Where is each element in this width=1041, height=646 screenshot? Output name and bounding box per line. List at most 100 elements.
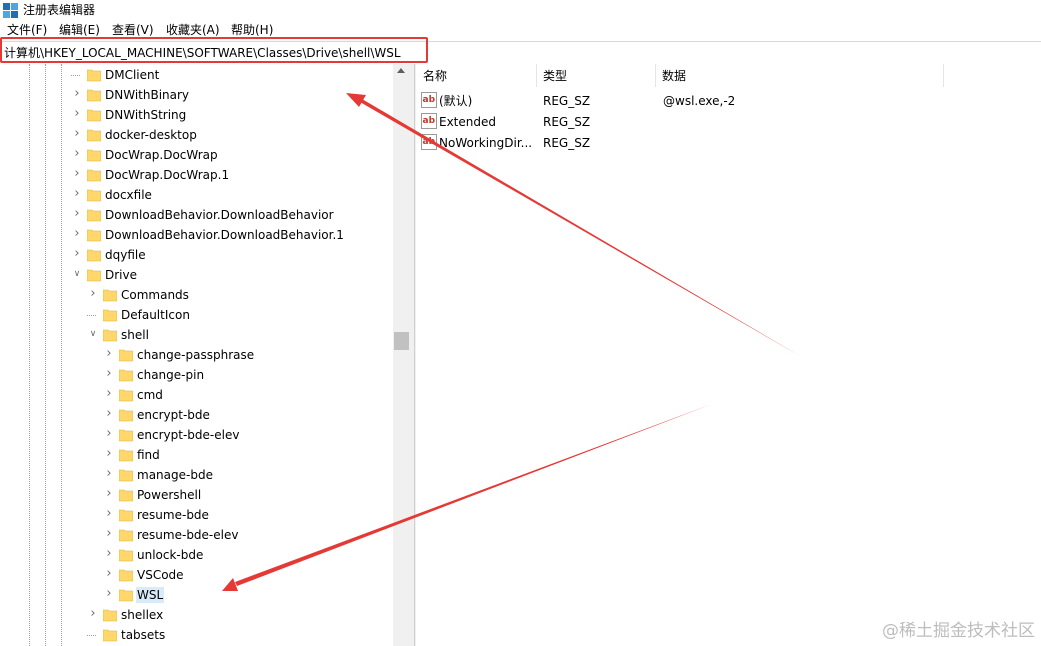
chevron-right-icon[interactable]: ›	[72, 247, 82, 260]
chevron-right-icon[interactable]: ›	[88, 607, 98, 620]
chevron-right-icon[interactable]: ›	[104, 587, 114, 600]
value-row[interactable]: ab (默认) REG_SZ @wsl.exe,-2	[416, 90, 1041, 111]
tree-item[interactable]: › dqyfile	[0, 245, 393, 265]
tree-item[interactable]: › resume-bde-elev	[0, 525, 393, 545]
tree-item[interactable]: › cmd	[0, 385, 393, 405]
tree-item[interactable]: › DocWrap.DocWrap	[0, 145, 393, 165]
tree-item-label: DMClient	[105, 68, 160, 82]
tree-item[interactable]: › VSCode	[0, 565, 393, 585]
value-list-pane[interactable]: 名称 类型 数据 ab (默认) REG_SZ @wsl.exe,-2 ab Extend…	[416, 64, 1041, 646]
menu-bar: 文件(F) 编辑(E) 查看(V) 收藏夹(A) 帮助(H)	[0, 20, 1041, 40]
tree-item[interactable]: DMClient	[0, 65, 393, 85]
folder-icon	[119, 369, 133, 382]
folder-icon	[119, 529, 133, 542]
tree-item-label: VSCode	[137, 568, 184, 582]
tree-connector	[87, 635, 96, 636]
chevron-right-icon[interactable]: ›	[104, 547, 114, 560]
tree-item[interactable]: › DownloadBehavior.DownloadBehavior	[0, 205, 393, 225]
chevron-right-icon[interactable]: ›	[104, 487, 114, 500]
chevron-right-icon[interactable]: ›	[104, 527, 114, 540]
tree-item[interactable]: › Powershell	[0, 485, 393, 505]
address-bar[interactable]: 计算机\HKEY_LOCAL_MACHINE\SOFTWARE\Classes\…	[0, 41, 1041, 65]
chevron-right-icon[interactable]: ›	[104, 367, 114, 380]
chevron-right-icon[interactable]: ›	[104, 467, 114, 480]
value-row[interactable]: ab Extended REG_SZ	[416, 111, 1041, 132]
folder-icon	[119, 389, 133, 402]
column-header-name-label: 名称	[423, 69, 448, 83]
column-header-type[interactable]: 类型	[536, 64, 656, 87]
chevron-right-icon[interactable]: ›	[72, 127, 82, 140]
folder-icon	[119, 509, 133, 522]
tree-item[interactable]: ∨ shell	[0, 325, 393, 345]
tree-item[interactable]: › encrypt-bde-elev	[0, 425, 393, 445]
folder-icon	[119, 409, 133, 422]
tree-item-label: DNWithBinary	[105, 88, 190, 102]
tree-item-label: tabsets	[121, 628, 166, 642]
tree-item[interactable]: › DownloadBehavior.DownloadBehavior.1	[0, 225, 393, 245]
chevron-right-icon[interactable]: ›	[88, 287, 98, 300]
tree-item[interactable]: › unlock-bde	[0, 545, 393, 565]
menu-file[interactable]: 文件(F)	[7, 22, 47, 38]
chevron-right-icon[interactable]: ›	[104, 427, 114, 440]
chevron-right-icon[interactable]: ›	[72, 207, 82, 220]
tree-item[interactable]: › WSL	[0, 585, 393, 605]
chevron-right-icon[interactable]: ›	[104, 507, 114, 520]
value-type: REG_SZ	[543, 94, 591, 108]
tree-item-label: change-passphrase	[137, 348, 255, 362]
tree-item[interactable]: › change-pin	[0, 365, 393, 385]
column-header-type-label: 类型	[543, 69, 568, 83]
chevron-right-icon[interactable]: ›	[72, 167, 82, 180]
value-row[interactable]: ab NoWorkingDir... REG_SZ	[416, 132, 1041, 153]
tree-item[interactable]: ∨ Drive	[0, 265, 393, 285]
column-header-name[interactable]: 名称	[416, 64, 537, 87]
folder-icon	[87, 229, 101, 242]
tree-item[interactable]: DefaultIcon	[0, 305, 393, 325]
tree-item[interactable]: › find	[0, 445, 393, 465]
folder-icon	[87, 69, 101, 82]
menu-edit[interactable]: 编辑(E)	[59, 22, 100, 38]
tree-item[interactable]: › manage-bde	[0, 465, 393, 485]
chevron-right-icon[interactable]: ›	[72, 227, 82, 240]
tree-item-label: shell	[121, 328, 149, 342]
chevron-right-icon[interactable]: ›	[72, 187, 82, 200]
tree-item[interactable]: › change-passphrase	[0, 345, 393, 365]
tree-item[interactable]: › Commands	[0, 285, 393, 305]
tree-item[interactable]: › encrypt-bde	[0, 405, 393, 425]
svg-text:ab: ab	[423, 116, 436, 126]
tree-item-label: Drive	[105, 268, 137, 282]
chevron-down-icon[interactable]: ∨	[72, 269, 82, 279]
key-tree-pane[interactable]: DMClient › DNWithBinary › DNWithString › docke…	[0, 64, 393, 646]
folder-icon	[87, 89, 101, 102]
tree-item[interactable]: › DNWithBinary	[0, 85, 393, 105]
scroll-thumb[interactable]	[394, 332, 409, 350]
tree-item[interactable]: › docker-desktop	[0, 125, 393, 145]
chevron-right-icon[interactable]: ›	[72, 87, 82, 100]
chevron-right-icon[interactable]: ›	[72, 107, 82, 120]
chevron-right-icon[interactable]: ›	[104, 567, 114, 580]
tree-item-label: manage-bde	[137, 468, 213, 482]
chevron-down-icon[interactable]: ∨	[88, 329, 98, 339]
tree-item[interactable]: › DocWrap.DocWrap.1	[0, 165, 393, 185]
scroll-up-arrow-icon[interactable]	[397, 68, 405, 73]
tree-item[interactable]: tabsets	[0, 625, 393, 645]
chevron-right-icon[interactable]: ›	[72, 147, 82, 160]
folder-icon	[87, 109, 101, 122]
column-header-data[interactable]: 数据	[655, 64, 944, 87]
tree-item[interactable]: › shellex	[0, 605, 393, 625]
chevron-right-icon[interactable]: ›	[104, 447, 114, 460]
chevron-right-icon[interactable]: ›	[104, 387, 114, 400]
tree-item-label: cmd	[137, 388, 163, 402]
menu-favorites[interactable]: 收藏夹(A)	[166, 22, 220, 38]
folder-icon	[103, 629, 117, 642]
address-path[interactable]: 计算机\HKEY_LOCAL_MACHINE\SOFTWARE\Classes\…	[4, 45, 401, 61]
chevron-right-icon[interactable]: ›	[104, 407, 114, 420]
tree-item-label: docker-desktop	[105, 128, 197, 142]
tree-item-label: DownloadBehavior.DownloadBehavior	[105, 208, 334, 222]
tree-item[interactable]: › docxfile	[0, 185, 393, 205]
tree-item[interactable]: › resume-bde	[0, 505, 393, 525]
menu-help[interactable]: 帮助(H)	[231, 22, 273, 38]
chevron-right-icon[interactable]: ›	[104, 347, 114, 360]
tree-item[interactable]: › DNWithString	[0, 105, 393, 125]
menu-view[interactable]: 查看(V)	[112, 22, 154, 38]
tree-scrollbar[interactable]	[393, 64, 410, 646]
